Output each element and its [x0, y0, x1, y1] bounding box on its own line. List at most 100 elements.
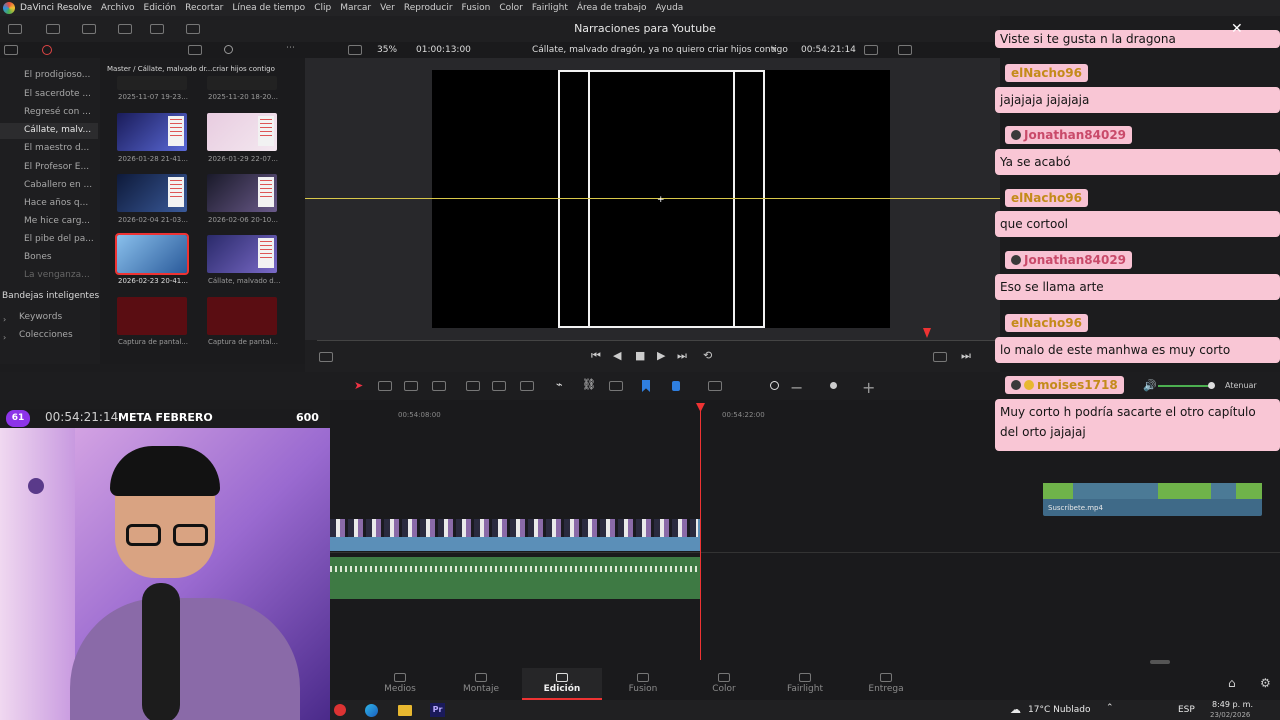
premiere-icon[interactable]: Pr: [430, 703, 445, 717]
bin-item[interactable]: El pibe del pa...: [24, 234, 94, 244]
bin-item[interactable]: La venganza...: [24, 270, 90, 280]
metadata-icon[interactable]: [186, 24, 200, 34]
volume-handle[interactable]: [1208, 382, 1215, 389]
audio-clip[interactable]: [330, 557, 700, 599]
thumbnail-view-icon[interactable]: [188, 45, 202, 55]
viewer-mode-icon[interactable]: [319, 352, 333, 362]
smart-bin-collections[interactable]: Colecciones: [19, 330, 73, 340]
bin-item[interactable]: El prodigioso...: [24, 70, 90, 80]
insert-clip-icon[interactable]: [466, 381, 480, 391]
viewer-layout-icon[interactable]: [348, 45, 362, 55]
more-options-icon[interactable]: ⋯: [286, 43, 295, 53]
zoom-in-icon[interactable]: +: [862, 378, 875, 397]
cinema-view-icon[interactable]: [898, 45, 912, 55]
file-explorer-icon[interactable]: [398, 705, 412, 716]
match-frame-icon[interactable]: [933, 352, 947, 362]
settings-icon[interactable]: ⚙: [1260, 676, 1271, 690]
menu-reproducir[interactable]: Reproducir: [404, 3, 453, 13]
menu-ayuda[interactable]: Ayuda: [656, 3, 684, 13]
menu-archivo[interactable]: Archivo: [101, 3, 135, 13]
selection-tool-icon[interactable]: ➤: [354, 379, 363, 392]
volume-slider[interactable]: [1158, 385, 1213, 387]
edge-browser-icon[interactable]: [365, 704, 378, 717]
clip-thumbnail[interactable]: [117, 297, 187, 335]
loop-icon[interactable]: ⟲: [703, 349, 712, 362]
marker-icon[interactable]: [672, 381, 680, 391]
menu-marcar[interactable]: Marcar: [340, 3, 371, 13]
clip-thumbnail[interactable]: [117, 174, 187, 212]
recording-app-icon[interactable]: [334, 704, 346, 716]
previous-clip-icon[interactable]: ⏮: [591, 349, 601, 363]
edit-index-icon[interactable]: [82, 24, 96, 34]
bin-item[interactable]: Me hice carg...: [24, 216, 90, 226]
replace-clip-icon[interactable]: [520, 381, 534, 391]
page-tab-montaje[interactable]: Montaje: [441, 668, 521, 700]
smart-bin-keywords[interactable]: Keywords: [19, 312, 62, 322]
menu-ver[interactable]: Ver: [380, 3, 395, 13]
overwrite-clip-icon[interactable]: [492, 381, 506, 391]
bin-item[interactable]: Hace años q...: [24, 198, 88, 208]
mixer-icon[interactable]: [150, 24, 164, 34]
bin-item[interactable]: El Profesor E...: [24, 162, 89, 172]
menu-area-de-trabajo[interactable]: Área de trabajo: [577, 3, 647, 13]
next-edit-icon[interactable]: ⏭: [961, 349, 971, 363]
position-lock-icon[interactable]: [609, 381, 623, 391]
keywords-expand-icon[interactable]: ›: [3, 315, 6, 324]
menu-edicion[interactable]: Edición: [144, 3, 177, 13]
menu-fairlight[interactable]: Fairlight: [532, 3, 568, 13]
clip-thumbnail[interactable]: [207, 297, 277, 335]
clip-thumbnail[interactable]: [207, 76, 277, 90]
page-tab-fusion[interactable]: Fusion: [603, 668, 683, 700]
zoom-icon[interactable]: [770, 381, 779, 390]
clock-date[interactable]: 23/02/2026: [1210, 711, 1250, 719]
close-icon[interactable]: ✕: [1231, 21, 1243, 37]
bin-item[interactable]: El maestro d...: [24, 143, 89, 153]
page-tab-medios[interactable]: Medios: [360, 668, 440, 700]
linked-selection-icon[interactable]: ⛓: [582, 378, 596, 391]
sound-library-icon[interactable]: [118, 24, 132, 34]
bin-item[interactable]: Caballero en ...: [24, 180, 92, 190]
clock-time[interactable]: 8:49 p. m.: [1212, 700, 1253, 709]
input-language[interactable]: ESP: [1178, 705, 1195, 715]
menu-color[interactable]: Color: [499, 3, 523, 13]
full-zoom-icon[interactable]: [708, 381, 722, 391]
collections-expand-icon[interactable]: ›: [3, 333, 6, 342]
reverse-play-icon[interactable]: ◀: [613, 349, 621, 362]
blade-tool-icon[interactable]: [432, 381, 446, 391]
timeline-dropdown-icon[interactable]: ▾: [772, 45, 777, 55]
sidebar-toggle-icon[interactable]: [4, 45, 18, 55]
timeline-playhead[interactable]: [700, 404, 701, 660]
clip-thumbnail[interactable]: [207, 235, 277, 273]
clip-thumbnail[interactable]: [207, 113, 277, 151]
scrubber-track[interactable]: [317, 340, 997, 341]
trim-tool-icon[interactable]: [378, 381, 392, 391]
timeline-scrollbar[interactable]: [1150, 660, 1170, 664]
zoom-slider-handle[interactable]: [830, 382, 837, 389]
clip-thumbnail[interactable]: [207, 174, 277, 212]
mute-button[interactable]: Atenuar: [1225, 381, 1257, 390]
clip-thumbnail[interactable]: [117, 113, 187, 151]
play-icon[interactable]: ▶: [657, 349, 665, 362]
effects-library-icon[interactable]: [46, 24, 60, 34]
bin-item[interactable]: El sacerdote ...: [24, 89, 91, 99]
flag-icon[interactable]: [642, 380, 650, 392]
speaker-icon[interactable]: 🔊: [1143, 379, 1157, 392]
page-tab-color[interactable]: Color: [684, 668, 764, 700]
menu-fusion[interactable]: Fusion: [462, 3, 491, 13]
clip-thumbnail-selected[interactable]: [115, 233, 189, 275]
home-icon[interactable]: ⌂: [1228, 676, 1236, 690]
clip-filter-icon[interactable]: [42, 45, 52, 55]
zoom-level[interactable]: 35%: [377, 45, 397, 55]
page-tab-edicion[interactable]: Edición: [522, 668, 602, 700]
page-tab-entrega[interactable]: Entrega: [846, 668, 926, 700]
bin-item-active[interactable]: Cállate, malv...: [0, 123, 98, 139]
search-icon[interactable]: [224, 45, 233, 54]
weather-status[interactable]: 17°C Nublado: [1028, 705, 1090, 715]
menu-recortar[interactable]: Recortar: [185, 3, 223, 13]
safe-area-icon[interactable]: [864, 45, 878, 55]
page-tab-fairlight[interactable]: Fairlight: [765, 668, 845, 700]
snapping-icon[interactable]: ⌁: [556, 378, 563, 391]
media-pool-toggle-icon[interactable]: [8, 24, 22, 34]
zoom-out-icon[interactable]: −: [790, 378, 803, 397]
menu-linea-de-tiempo[interactable]: Línea de tiempo: [232, 3, 305, 13]
